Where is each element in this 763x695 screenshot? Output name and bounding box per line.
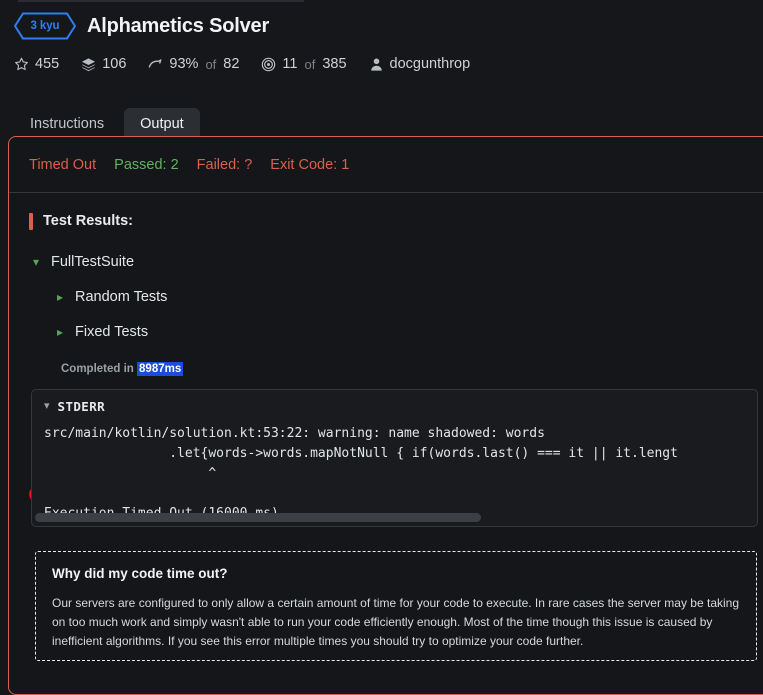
- speedometer-icon: [148, 57, 163, 72]
- status-exit-code: Exit Code: 1: [270, 156, 350, 173]
- layers-icon: [81, 57, 96, 72]
- title-row: 3 kyu Alphametics Solver: [14, 10, 749, 42]
- test-results-section: Test Results: ▾ FullTestSuite ▸ Random T…: [9, 193, 763, 376]
- tree-node-label: FullTestSuite: [51, 254, 135, 270]
- page-header: 3 kyu Alphametics Solver 455 106 93% of …: [0, 10, 763, 75]
- tree-node-fulltestsuite[interactable]: ▾ FullTestSuite: [33, 251, 757, 273]
- stderr-header[interactable]: ▾ STDERR: [32, 390, 757, 414]
- stat-satisfaction: 93% of 82: [148, 56, 239, 72]
- stderr-panel: ▾ STDERR src/main/kotlin/solution.kt:53:…: [31, 389, 758, 527]
- marker-bar-icon: [29, 212, 33, 230]
- stat-satisfaction-value: 93%: [169, 56, 199, 72]
- page-root: 3 kyu Alphametics Solver 455 106 93% of …: [0, 0, 763, 695]
- user-icon: [369, 57, 384, 72]
- timeout-explanation-text: Our servers are configured to only allow…: [52, 596, 739, 648]
- kyu-label: 3 kyu: [30, 20, 60, 32]
- completed-in-line: Completed in 8987ms: [61, 359, 757, 376]
- tree-node-random-tests[interactable]: ▸ Random Tests: [57, 286, 757, 308]
- kyu-rank-badge: 3 kyu: [14, 12, 76, 40]
- stat-stars-value: 455: [35, 56, 60, 72]
- stat-author-name: docgunthrop: [389, 56, 471, 72]
- stat-rank: 11 of 385: [261, 56, 347, 72]
- stat-satisfaction-sep: of: [205, 56, 217, 72]
- stderr-title: STDERR: [57, 399, 106, 414]
- stat-rank-total: 385: [322, 56, 347, 72]
- stat-completions: 106: [81, 56, 126, 72]
- chevron-down-icon[interactable]: ▾: [33, 256, 43, 268]
- test-results-label: Test Results:: [43, 213, 133, 229]
- stat-completions-value: 106: [102, 56, 127, 72]
- status-bar: Timed Out Passed: 2 Failed: ? Exit Code:…: [9, 137, 763, 193]
- timeout-explanation-title: Why did my code time out?: [52, 566, 228, 581]
- scrollbar-thumb[interactable]: [35, 513, 481, 522]
- completed-duration-selected[interactable]: 8987ms: [137, 362, 184, 376]
- status-passed: Passed: 2: [114, 156, 179, 173]
- chevron-down-icon[interactable]: ▾: [44, 401, 50, 412]
- stat-rank-sep: of: [304, 56, 316, 72]
- stat-rank-value: 11: [282, 56, 298, 72]
- star-icon: [14, 57, 29, 72]
- stderr-output-text: src/main/kotlin/solution.kt:53:22: warni…: [44, 426, 678, 521]
- chevron-right-icon[interactable]: ▸: [57, 291, 67, 303]
- status-failed: Failed: ?: [196, 156, 253, 173]
- test-results-heading: Test Results:: [29, 209, 757, 233]
- chevron-right-icon[interactable]: ▸: [57, 326, 67, 338]
- page-title: Alphametics Solver: [87, 14, 270, 37]
- target-icon: [261, 57, 276, 72]
- stat-satisfaction-total: 82: [223, 56, 240, 72]
- stat-stars: 455: [14, 56, 59, 72]
- tree-node-label: Fixed Tests: [75, 324, 149, 340]
- tree-node-label: Random Tests: [75, 289, 168, 305]
- output-panel: Timed Out Passed: 2 Failed: ? Exit Code:…: [8, 136, 763, 695]
- test-tree: ▾ FullTestSuite ▸ Random Tests ▸ Fixed T…: [29, 251, 757, 376]
- completed-in-label: Completed in: [61, 363, 138, 375]
- stderr-horizontal-scrollbar[interactable]: [35, 513, 754, 522]
- status-timed-out: Timed Out: [29, 156, 97, 173]
- timeout-explanation-box: Why did my code time out? Our servers ar…: [35, 551, 757, 661]
- stats-row: 455 106 93% of 82 11 of 385 docgunthrop: [14, 53, 749, 75]
- stat-author[interactable]: docgunthrop: [369, 56, 471, 72]
- top-edge-strip: [18, 0, 304, 2]
- tree-node-fixed-tests[interactable]: ▸ Fixed Tests: [57, 321, 757, 343]
